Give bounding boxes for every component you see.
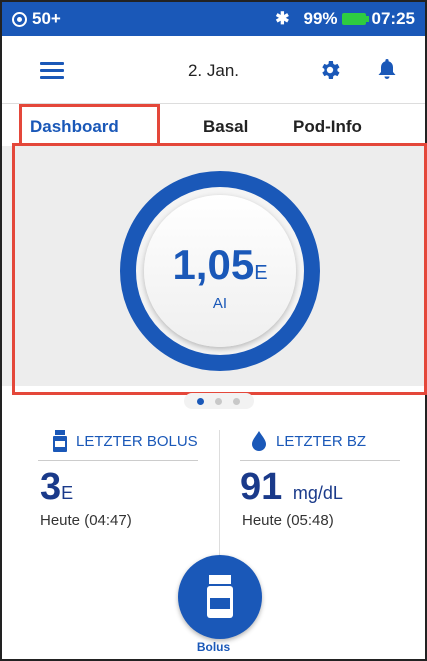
tab-highlight-box xyxy=(19,104,160,146)
section-divider xyxy=(219,430,220,560)
bolus-vial-icon-large xyxy=(207,575,233,618)
page-dot-2[interactable] xyxy=(215,398,222,405)
last-bg-time: Heute (05:48) xyxy=(242,512,334,529)
bg-divider xyxy=(240,460,400,461)
bell-icon[interactable] xyxy=(377,57,397,81)
bolus-divider xyxy=(38,460,198,461)
gear-icon[interactable] xyxy=(318,58,342,82)
last-bolus-value: 3E xyxy=(40,466,74,508)
page-dot-3[interactable] xyxy=(233,398,240,405)
tab-pod-info[interactable]: Pod-Info xyxy=(293,117,362,137)
clock: 07:25 xyxy=(371,9,415,28)
bolus-button-label[interactable]: Bolus xyxy=(0,640,427,654)
page-indicator[interactable] xyxy=(184,393,254,409)
bolus-button[interactable] xyxy=(178,555,262,639)
page-dot-1[interactable] xyxy=(197,398,204,405)
blood-drop-icon xyxy=(252,431,266,451)
bluetooth-icon: ✱ xyxy=(275,9,290,28)
last-bolus-time: Heute (04:47) xyxy=(40,512,132,529)
bolus-vial-icon xyxy=(53,430,67,452)
last-bolus-title: LETZTER BOLUS xyxy=(52,430,198,452)
battery-icon xyxy=(341,13,369,25)
pod-icon xyxy=(12,11,27,27)
header-date: 2. Jan. xyxy=(187,61,240,80)
last-bg-unit: mg/dL xyxy=(292,483,343,503)
last-bg-title: LETZTER BZ xyxy=(250,430,366,452)
battery-percent: 99% xyxy=(303,9,338,28)
tab-basal[interactable]: Basal xyxy=(203,117,248,137)
pod-count: 50+ xyxy=(32,9,61,28)
app-header: 2. Jan. xyxy=(2,36,425,104)
status-bar: 50+ ✱ 99% 07:25 xyxy=(2,2,425,36)
last-bolus-unit: E xyxy=(61,483,74,503)
last-bg-value: 91 mg/dL xyxy=(240,466,343,508)
panel-highlight-box xyxy=(12,143,427,395)
